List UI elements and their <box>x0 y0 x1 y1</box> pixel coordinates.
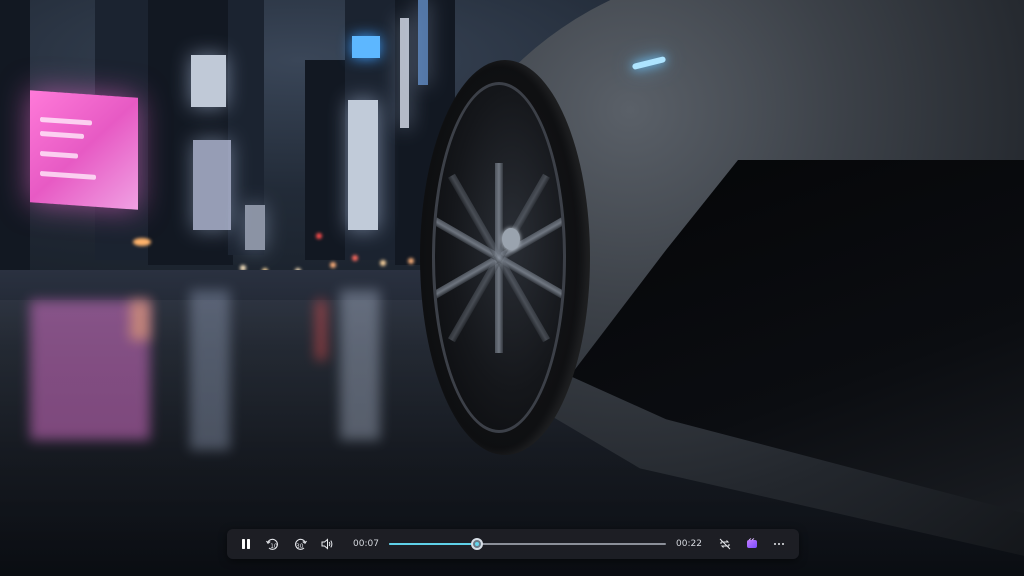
media-player: 10 30 00:07 00:22 <box>0 0 1024 576</box>
bokeh-light <box>330 262 336 268</box>
bokeh-light <box>316 233 322 239</box>
rewind-10-icon: 10 <box>266 538 278 550</box>
video-frame[interactable] <box>0 0 1024 576</box>
seek-progress <box>389 543 478 545</box>
forward-30-icon: 30 <box>295 538 307 550</box>
light-panel <box>191 55 226 107</box>
playback-controls: 10 30 00:07 00:22 <box>227 529 799 559</box>
seek-thumb[interactable] <box>471 538 484 550</box>
skip-back-button[interactable]: 10 <box>260 532 286 556</box>
play-pause-button[interactable] <box>233 532 259 556</box>
clipchamp-button[interactable] <box>739 532 765 556</box>
svg-text:10: 10 <box>270 544 278 550</box>
car-rim <box>432 82 566 433</box>
light-panel <box>193 140 231 230</box>
repeat-button[interactable] <box>712 532 738 556</box>
bokeh-light <box>408 258 414 264</box>
more-options-button[interactable] <box>766 532 792 556</box>
svg-text:30: 30 <box>296 544 304 550</box>
building <box>0 0 30 280</box>
duration-time: 00:22 <box>676 539 702 549</box>
pink-billboard <box>30 90 138 210</box>
blue-sign <box>352 36 380 58</box>
volume-icon <box>321 538 333 550</box>
pause-icon <box>242 539 250 549</box>
bokeh-light <box>133 238 151 246</box>
seek-bar[interactable] <box>389 537 666 551</box>
clipchamp-icon <box>747 538 757 548</box>
skip-forward-button[interactable]: 30 <box>287 532 313 556</box>
light-panel <box>418 0 428 85</box>
light-panel <box>400 18 409 128</box>
wheel-hub <box>502 228 520 250</box>
light-panel <box>348 100 378 230</box>
bokeh-light <box>352 255 358 261</box>
building <box>305 60 350 260</box>
current-time: 00:07 <box>353 539 379 549</box>
more-options-icon <box>774 543 784 545</box>
volume-button[interactable] <box>314 532 340 556</box>
light-panel <box>245 205 265 250</box>
bokeh-light <box>380 260 386 266</box>
repeat-icon <box>719 538 731 550</box>
